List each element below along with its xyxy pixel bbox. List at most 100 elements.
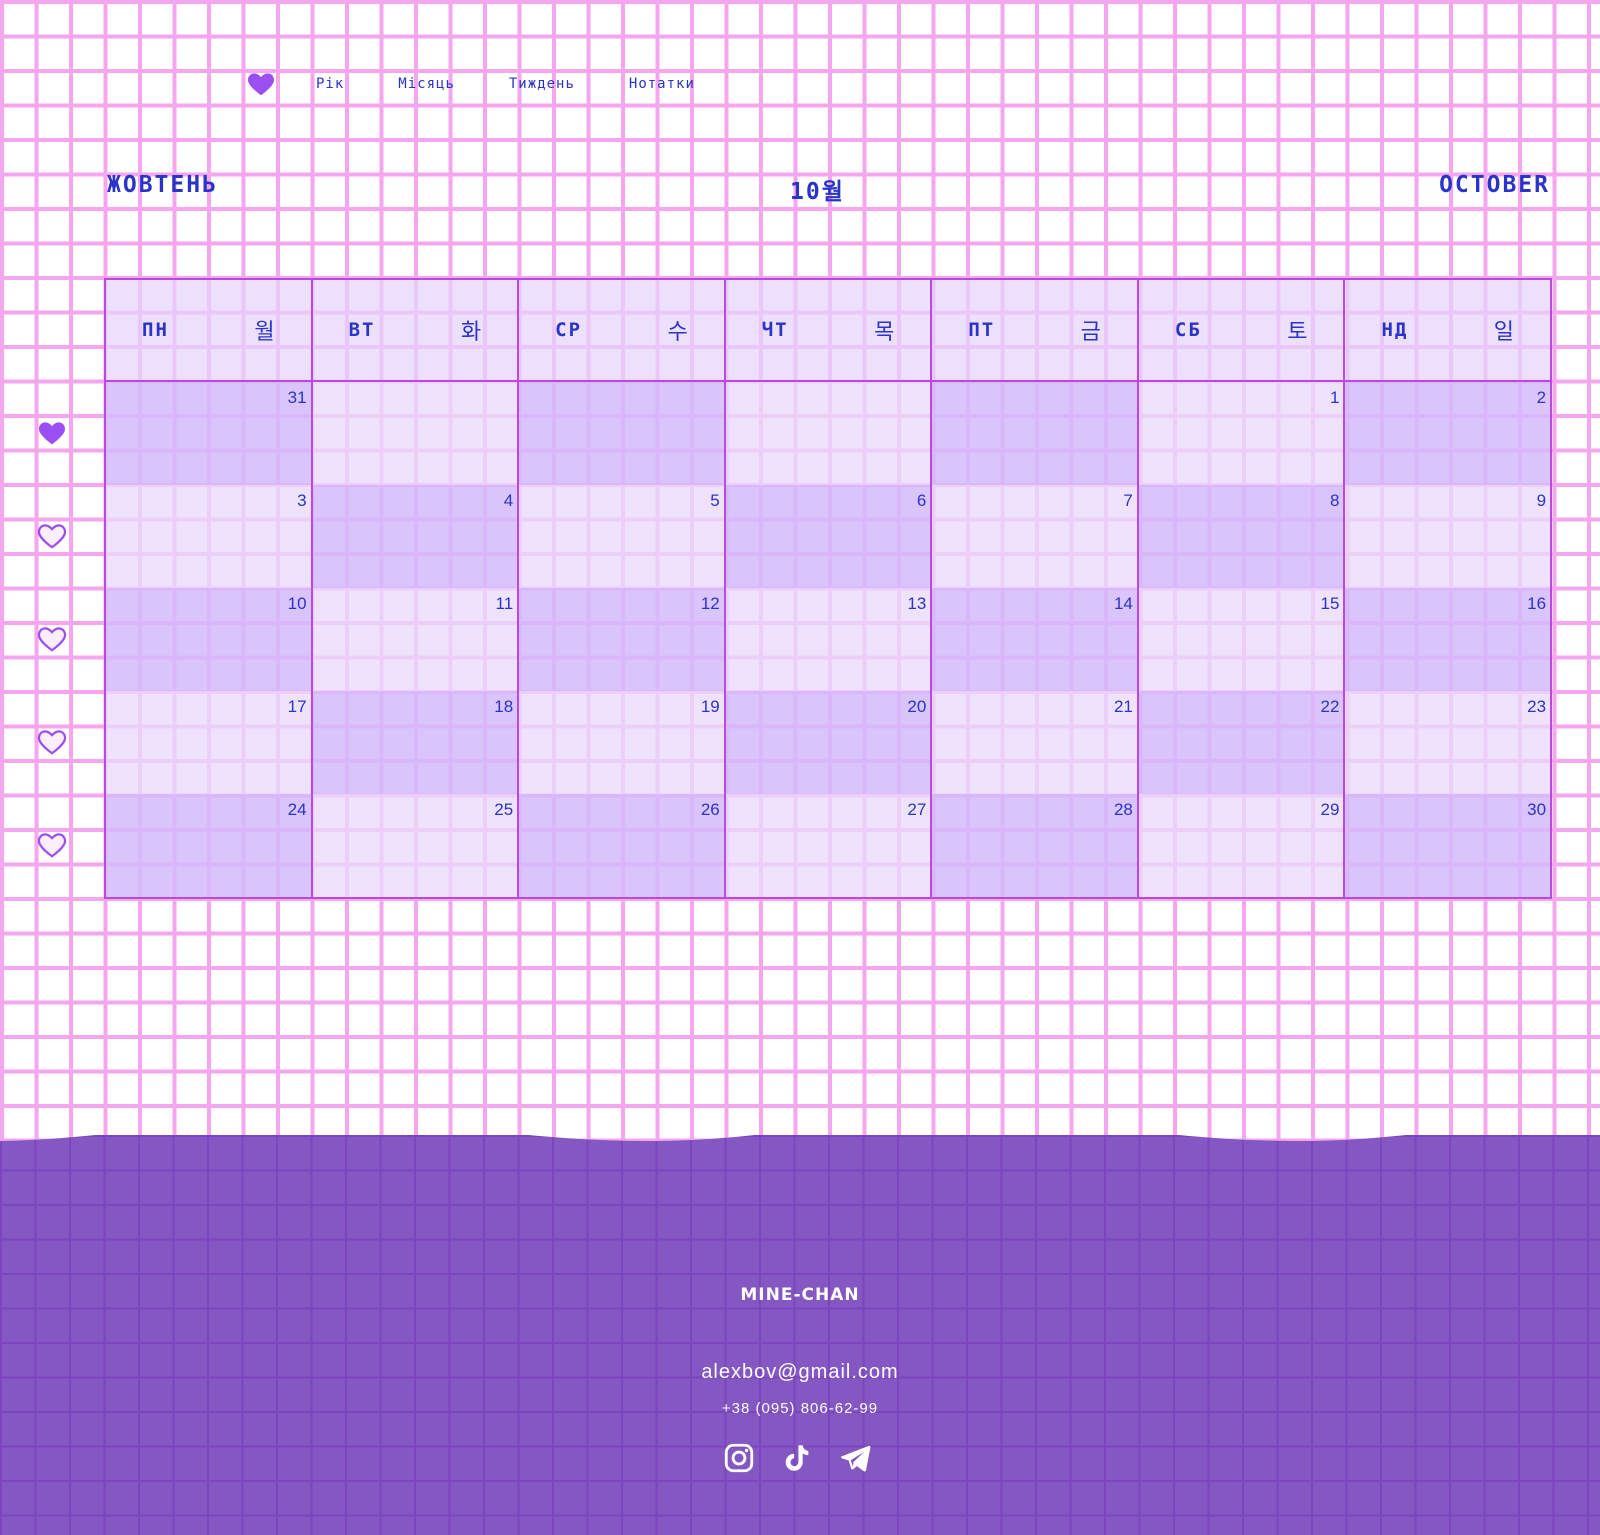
calendar-day-cell[interactable]: 20: [725, 691, 933, 794]
heart-filled-icon[interactable]: [37, 418, 67, 448]
calendar-day-cell[interactable]: 22: [1138, 691, 1346, 794]
day-number: 9: [1536, 491, 1547, 510]
calendar-day-cell[interactable]: 3: [106, 485, 313, 588]
heart-outline-icon[interactable]: [37, 727, 67, 757]
day-number: 4: [503, 491, 514, 510]
calendar-day-cell[interactable]: 28: [932, 794, 1139, 897]
calendar-week-row: 24 25 26 27 28 29 30: [104, 794, 1552, 899]
calendar-day-cell[interactable]: 30: [1345, 794, 1551, 897]
calendar-day-cell[interactable]: [312, 382, 520, 485]
day-number: 28: [1113, 800, 1133, 819]
calendar-week-row: 3 4 5 6 7 8 9: [104, 485, 1552, 588]
day-number: 17: [287, 697, 307, 716]
weekday-header-cell: ВТ 화: [312, 280, 520, 380]
day-number: 25: [494, 800, 514, 819]
calendar-day-cell[interactable]: 16: [1345, 588, 1551, 691]
calendar-day-cell[interactable]: 9: [1345, 485, 1551, 588]
day-number: 20: [907, 697, 927, 716]
tiktok-icon[interactable]: [780, 1441, 814, 1475]
calendar-day-cell[interactable]: [519, 382, 726, 485]
footer-email[interactable]: alexbov@gmail.com: [0, 1361, 1600, 1384]
heart-logo-icon[interactable]: [246, 69, 276, 99]
day-number: 27: [907, 800, 927, 819]
calendar-day-cell[interactable]: 31: [106, 382, 313, 485]
social-links: [722, 1441, 872, 1475]
calendar-day-cell[interactable]: 21: [932, 691, 1139, 794]
calendar-day-cell[interactable]: 15: [1138, 588, 1346, 691]
calendar-day-cell[interactable]: 27: [725, 794, 933, 897]
day-number: 23: [1527, 697, 1547, 716]
footer-brand: MINE-CHAN: [740, 1285, 860, 1305]
calendar-day-cell[interactable]: 11: [312, 588, 520, 691]
weekday-header-cell: ПТ 금: [932, 280, 1139, 380]
day-number: 2: [1536, 388, 1547, 407]
weekday-label-uk: СР: [555, 319, 583, 341]
day-number: 3: [297, 491, 307, 510]
month-title-uk: ЖОВТЕНЬ: [107, 172, 218, 198]
month-calendar: ПН 월 ВТ 화 СР 수 ЧТ 목 ПТ 금 СБ 토 НД 일 31 1 2 3 4 5 6 7 8 9 10 11 12 1…: [104, 278, 1552, 899]
calendar-day-cell[interactable]: 24: [106, 794, 313, 897]
day-number: 30: [1527, 800, 1547, 819]
week-markers: [37, 418, 67, 933]
heart-outline-icon[interactable]: [37, 521, 67, 551]
calendar-day-cell[interactable]: [932, 382, 1139, 485]
weekday-label-ko: 금: [1080, 320, 1101, 345]
calendar-day-cell[interactable]: 8: [1138, 485, 1346, 588]
calendar-day-cell[interactable]: 12: [519, 588, 726, 691]
weekday-header-cell: СР 수: [519, 280, 726, 380]
calendar-day-cell[interactable]: 7: [932, 485, 1139, 588]
day-number: 13: [907, 594, 927, 613]
heart-outline-icon[interactable]: [37, 624, 67, 654]
month-title-ko: 10월: [790, 179, 845, 205]
calendar-day-cell[interactable]: 17: [106, 691, 313, 794]
nav-month[interactable]: Місяць: [398, 76, 455, 92]
weekday-header-cell: ПН 월: [106, 280, 313, 380]
day-number: 11: [495, 594, 514, 613]
day-number: 26: [700, 800, 720, 819]
calendar-day-cell[interactable]: 13: [725, 588, 933, 691]
weekday-label-ko: 목: [874, 320, 895, 345]
weekday-label-uk: ВТ: [348, 319, 376, 341]
day-number: 16: [1527, 594, 1547, 613]
calendar-day-cell[interactable]: 25: [312, 794, 520, 897]
calendar-week-row: 31 1 2: [104, 382, 1552, 485]
nav-notes[interactable]: Нотатки: [629, 76, 695, 92]
weekday-label-uk: ПТ: [968, 319, 996, 341]
calendar-day-cell[interactable]: 23: [1345, 691, 1551, 794]
calendar-day-cell[interactable]: 29: [1138, 794, 1346, 897]
day-number: 10: [287, 594, 307, 613]
calendar-day-cell[interactable]: 4: [312, 485, 520, 588]
footer-phone[interactable]: +38 (095) 806-62-99: [0, 1400, 1600, 1417]
calendar-day-cell[interactable]: 14: [932, 588, 1139, 691]
calendar-day-cell[interactable]: 6: [725, 485, 933, 588]
day-number: 8: [1330, 491, 1340, 510]
calendar-day-cell[interactable]: [725, 382, 933, 485]
telegram-icon[interactable]: [838, 1441, 872, 1475]
weekday-label-ko: 수: [667, 320, 688, 345]
day-number: 15: [1320, 594, 1340, 613]
weekday-header-cell: ЧТ 목: [725, 280, 933, 380]
day-number: 6: [916, 491, 927, 510]
calendar-day-cell[interactable]: 2: [1345, 382, 1551, 485]
nav-year[interactable]: Рік: [316, 76, 344, 92]
calendar-day-cell[interactable]: 10: [106, 588, 313, 691]
calendar-day-cell[interactable]: 26: [519, 794, 726, 897]
nav-week[interactable]: Тиждень: [509, 76, 575, 92]
calendar-day-cell[interactable]: 19: [519, 691, 726, 794]
weekday-label-ko: 월: [254, 320, 275, 345]
day-number: 1: [1330, 388, 1340, 407]
calendar-day-cell[interactable]: 5: [519, 485, 726, 588]
weekday-label-ko: 일: [1493, 320, 1515, 345]
calendar-weeks: 31 1 2 3 4 5 6 7 8 9 10 11 12 13 14 15 16 17 18 19 20 21 22 23 2…: [104, 382, 1552, 899]
calendar-day-cell[interactable]: 18: [312, 691, 520, 794]
day-number: 14: [1113, 594, 1133, 613]
day-number: 31: [287, 388, 307, 407]
top-nav: Рік Місяць Тиждень Нотатки: [246, 64, 749, 104]
day-number: 12: [700, 594, 720, 613]
calendar-day-cell[interactable]: 1: [1138, 382, 1346, 485]
calendar-week-row: 17 18 19 20 21 22 23: [104, 691, 1552, 794]
heart-outline-icon[interactable]: [37, 830, 67, 860]
weekday-label-uk: ЧТ: [761, 319, 789, 341]
weekday-label-uk: ПН: [142, 319, 169, 341]
instagram-icon[interactable]: [722, 1441, 756, 1475]
